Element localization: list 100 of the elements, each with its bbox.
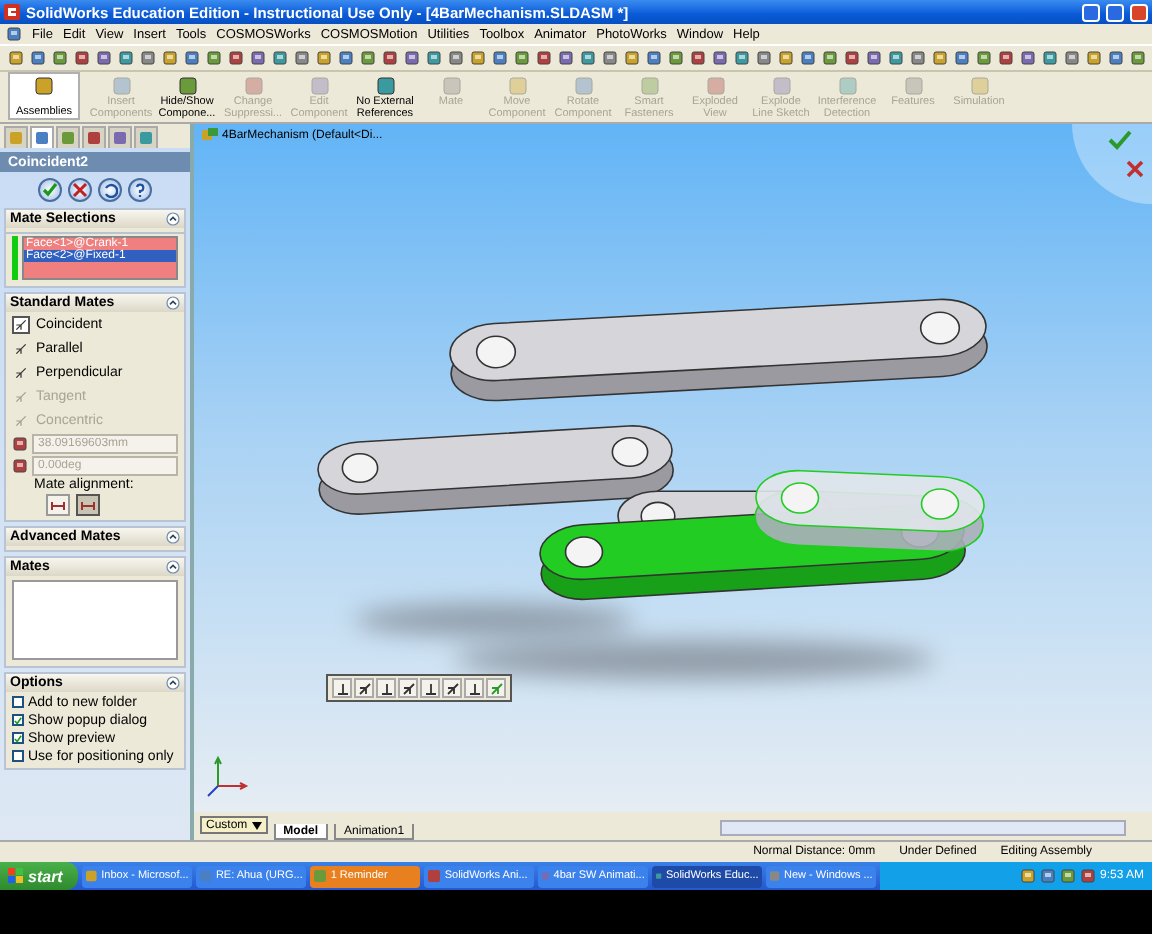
alignment-button[interactable] [76, 494, 100, 516]
tool-icon[interactable] [1064, 50, 1080, 66]
tool-icon[interactable] [184, 50, 200, 66]
app-menu-icon[interactable] [6, 26, 22, 42]
tool-icon[interactable] [888, 50, 904, 66]
collapse-icon[interactable] [166, 212, 180, 226]
tool-icon[interactable] [404, 50, 420, 66]
mate-type-icon [12, 316, 30, 334]
app-icon [428, 870, 441, 882]
tool-icon[interactable] [954, 50, 970, 66]
tool-icon[interactable] [1020, 50, 1036, 66]
tool-icon[interactable] [294, 50, 310, 66]
tool-icon[interactable] [338, 50, 354, 66]
mate-tool-button[interactable] [398, 678, 418, 698]
tool-icon[interactable] [800, 50, 816, 66]
panel-tab[interactable] [82, 126, 106, 148]
tool-icon[interactable] [778, 50, 794, 66]
panel-tab[interactable] [30, 126, 54, 148]
distance-icon [12, 436, 28, 452]
tool-icon[interactable] [712, 50, 728, 66]
tool-icon[interactable] [118, 50, 134, 66]
tool-icon[interactable] [316, 50, 332, 66]
tool-icon[interactable] [580, 50, 596, 66]
start-button[interactable]: start [0, 862, 79, 890]
tool-icon[interactable] [8, 50, 24, 66]
tray-icon[interactable] [1019, 868, 1036, 884]
tool-icon[interactable] [162, 50, 178, 66]
tool-icon[interactable] [998, 50, 1014, 66]
tool-icon[interactable] [822, 50, 838, 66]
tool-icon[interactable] [140, 50, 156, 66]
ok-button[interactable] [38, 178, 62, 202]
tool-icon[interactable] [426, 50, 442, 66]
tool-icon[interactable] [844, 50, 860, 66]
mate-tool-button[interactable] [442, 678, 462, 698]
alignment-icon [50, 499, 66, 511]
tool-icon[interactable] [756, 50, 772, 66]
tool-icon[interactable] [932, 50, 948, 66]
tool-icon[interactable] [1130, 50, 1146, 66]
command-icon [243, 76, 263, 96]
mate-tool-button[interactable] [376, 678, 396, 698]
tool-icon[interactable] [382, 50, 398, 66]
caret-icon [251, 821, 262, 829]
tool-icon[interactable] [668, 50, 684, 66]
checkbox[interactable] [12, 714, 24, 726]
command-icon [969, 76, 989, 96]
undo-button[interactable] [98, 178, 122, 202]
panel-tab[interactable] [108, 126, 132, 148]
collapse-icon[interactable] [166, 530, 180, 544]
tool-icon[interactable] [360, 50, 376, 66]
horizontal-scrollbar[interactable] [720, 820, 1126, 836]
close-icon [72, 182, 88, 198]
tool-icon[interactable] [228, 50, 244, 66]
tool-icon[interactable] [646, 50, 662, 66]
tool-icon[interactable] [492, 50, 508, 66]
mate-tool-button[interactable] [420, 678, 440, 698]
mate-tool-button[interactable] [464, 678, 484, 698]
tool-icon[interactable] [206, 50, 222, 66]
tool-icon[interactable] [272, 50, 288, 66]
tool-icon[interactable] [734, 50, 750, 66]
tool-icon[interactable] [910, 50, 926, 66]
tray-icon[interactable] [1039, 868, 1056, 884]
collapse-icon[interactable] [166, 296, 180, 310]
check-icon[interactable] [1108, 130, 1132, 150]
assembly-icon [202, 128, 218, 142]
tool-icon[interactable] [52, 50, 68, 66]
close-button[interactable] [1130, 3, 1148, 21]
tool-icon[interactable] [470, 50, 486, 66]
mate-tool-button[interactable] [332, 678, 352, 698]
tool-icon[interactable] [30, 50, 46, 66]
tool-icon[interactable] [448, 50, 464, 66]
tool-icon[interactable] [96, 50, 112, 66]
tray-icon[interactable] [1059, 868, 1076, 884]
checkbox[interactable] [12, 750, 24, 762]
tool-icon[interactable] [1042, 50, 1058, 66]
tool-icon[interactable] [558, 50, 574, 66]
cancel-button[interactable] [68, 178, 92, 202]
tool-icon[interactable] [1108, 50, 1124, 66]
collapse-icon[interactable] [166, 676, 180, 690]
close-icon[interactable] [1126, 160, 1144, 178]
tool-icon[interactable] [250, 50, 266, 66]
checkbox[interactable] [12, 696, 24, 708]
tool-icon[interactable] [1086, 50, 1102, 66]
tool-icon[interactable] [514, 50, 530, 66]
mate-tool-icon [357, 681, 371, 695]
tool-icon[interactable] [602, 50, 618, 66]
tool-icon[interactable] [690, 50, 706, 66]
tool-icon[interactable] [624, 50, 640, 66]
minimize-button[interactable] [1082, 3, 1100, 21]
tool-icon[interactable] [536, 50, 552, 66]
help-button[interactable] [128, 178, 152, 202]
tool-icon[interactable] [866, 50, 882, 66]
command-icon [705, 76, 725, 96]
tool-icon[interactable] [74, 50, 90, 66]
tray-icon[interactable] [1079, 868, 1096, 884]
collapse-icon[interactable] [166, 560, 180, 574]
checkbox[interactable] [12, 732, 24, 744]
maximize-button[interactable] [1106, 3, 1124, 21]
alignment-button[interactable] [46, 494, 70, 516]
tool-icon[interactable] [976, 50, 992, 66]
mate-tool-button[interactable] [354, 678, 374, 698]
